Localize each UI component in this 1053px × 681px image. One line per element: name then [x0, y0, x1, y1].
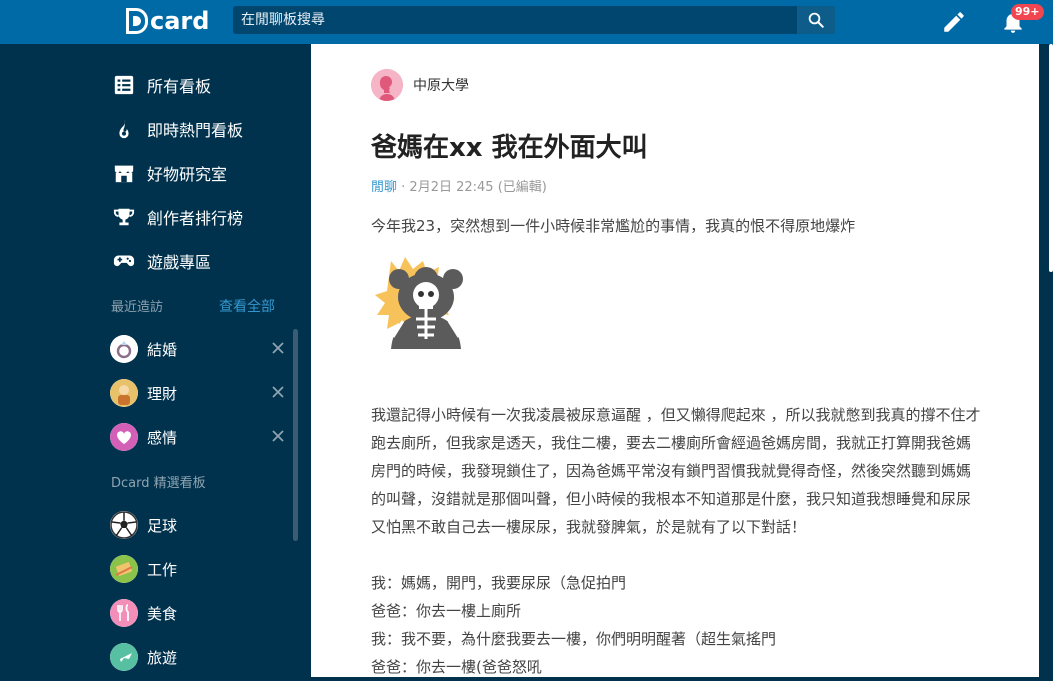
post-body: 我還記得小時候有一次我凌晨被尿意逼醒 ，但又懶得爬起來 ，所以我就憋到我真的撐不… [371, 406, 981, 536]
sidebar-item-trending[interactable]: 即時熱門看板 [112, 114, 243, 144]
post-intro: 今年我23，突然想到一件小時候非常尷尬的事情，我真的恨不得原地爆炸 [371, 217, 856, 235]
skeleton-bear-sticker [375, 257, 463, 349]
forum-link[interactable]: 閒聊 [371, 180, 397, 195]
store-icon [112, 161, 136, 185]
nav-label: 所有看板 [147, 77, 212, 96]
d-logo-icon [126, 8, 148, 34]
featured-section-label: Dcard 精選看板 [111, 476, 206, 491]
search-input[interactable] [233, 6, 795, 34]
post-time: 2月2日 22:45 (已編輯) [409, 180, 547, 195]
post-author: 中原大學 [371, 69, 469, 101]
plane-icon [110, 643, 138, 671]
logo-text: card [150, 7, 210, 35]
pencil-icon [944, 12, 964, 32]
see-all-link[interactable]: 查看全部 [219, 296, 275, 316]
nav-label: 創作者排行榜 [147, 209, 244, 228]
sidebar-item-goods-lab[interactable]: 好物研究室 [112, 158, 227, 188]
board-label: 理財 [147, 384, 178, 403]
page-scrollbar-track [1039, 44, 1053, 677]
search-button[interactable] [797, 6, 835, 34]
dialogue-line: 爸爸：你去一樓上廁所 [371, 602, 522, 620]
sidebar-item-creator-ranking[interactable]: 創作者排行榜 [112, 202, 243, 232]
sidebar: 所有看板 即時熱門看板 好物研究室 創作者排行榜 遊戲專區 最近造訪 查看全部 … [0, 44, 311, 677]
work-icon [110, 555, 138, 583]
search-bar [233, 6, 835, 34]
board-label: 足球 [147, 516, 178, 535]
search-icon [808, 12, 824, 28]
featured-board-item[interactable]: 美食 [110, 598, 285, 628]
recent-board-item[interactable]: 結婚 [110, 334, 285, 364]
board-label: 工作 [147, 560, 178, 579]
sidebar-scrollbar[interactable] [293, 329, 298, 541]
board-label: 美食 [147, 604, 178, 623]
board-label: 結婚 [147, 340, 178, 359]
page-scrollbar-thumb[interactable] [1049, 44, 1053, 272]
nav-label: 遊戲專區 [147, 253, 212, 272]
female-avatar-icon [371, 69, 403, 101]
soccer-icon [110, 511, 138, 539]
nav-label: 即時熱門看板 [147, 121, 244, 140]
write-post-button[interactable] [941, 9, 967, 35]
list-icon [112, 73, 136, 97]
author-school: 中原大學 [413, 78, 469, 94]
recent-board-item[interactable]: 感情 [110, 422, 285, 452]
heart-icon [110, 423, 138, 451]
board-label: 感情 [147, 428, 178, 447]
sidebar-item-all-boards[interactable]: 所有看板 [112, 70, 211, 100]
board-label: 旅遊 [147, 648, 178, 667]
close-icon[interactable] [271, 385, 285, 399]
notification-badge: 99+ [1011, 4, 1044, 20]
flame-icon [112, 117, 136, 141]
dialogue-line: 我：媽媽，開門，我要尿尿（急促拍門 [371, 574, 627, 592]
nav-label: 好物研究室 [147, 165, 228, 184]
gamepad-icon [112, 249, 136, 273]
recent-board-item[interactable]: 理財 [110, 378, 285, 408]
close-icon[interactable] [271, 429, 285, 443]
post-meta: 閒聊 · 2月2日 22:45 (已編輯) [371, 176, 547, 195]
close-icon[interactable] [271, 341, 285, 355]
featured-board-item[interactable]: 旅遊 [110, 642, 285, 672]
top-bar: card 99+ [0, 0, 1053, 44]
dialogue-line: 我：我不要，為什麼我要去一樓，你們明明醒著（超生氣搖門 [371, 630, 777, 648]
post-title: 爸媽在xx 我在外面大叫 [371, 133, 648, 163]
sidebar-item-games[interactable]: 遊戲專區 [112, 246, 211, 276]
featured-board-item[interactable]: 工作 [110, 554, 285, 584]
ring-icon [110, 335, 138, 363]
post-content: 中原大學 爸媽在xx 我在外面大叫 閒聊 · 2月2日 22:45 (已編輯) … [311, 44, 1039, 677]
trophy-icon [112, 205, 136, 229]
dcard-logo[interactable]: card [126, 6, 209, 36]
featured-board-item[interactable]: 足球 [110, 510, 285, 540]
food-icon [110, 599, 138, 627]
money-icon [110, 379, 138, 407]
recent-section-label: 最近造訪 [111, 300, 164, 315]
